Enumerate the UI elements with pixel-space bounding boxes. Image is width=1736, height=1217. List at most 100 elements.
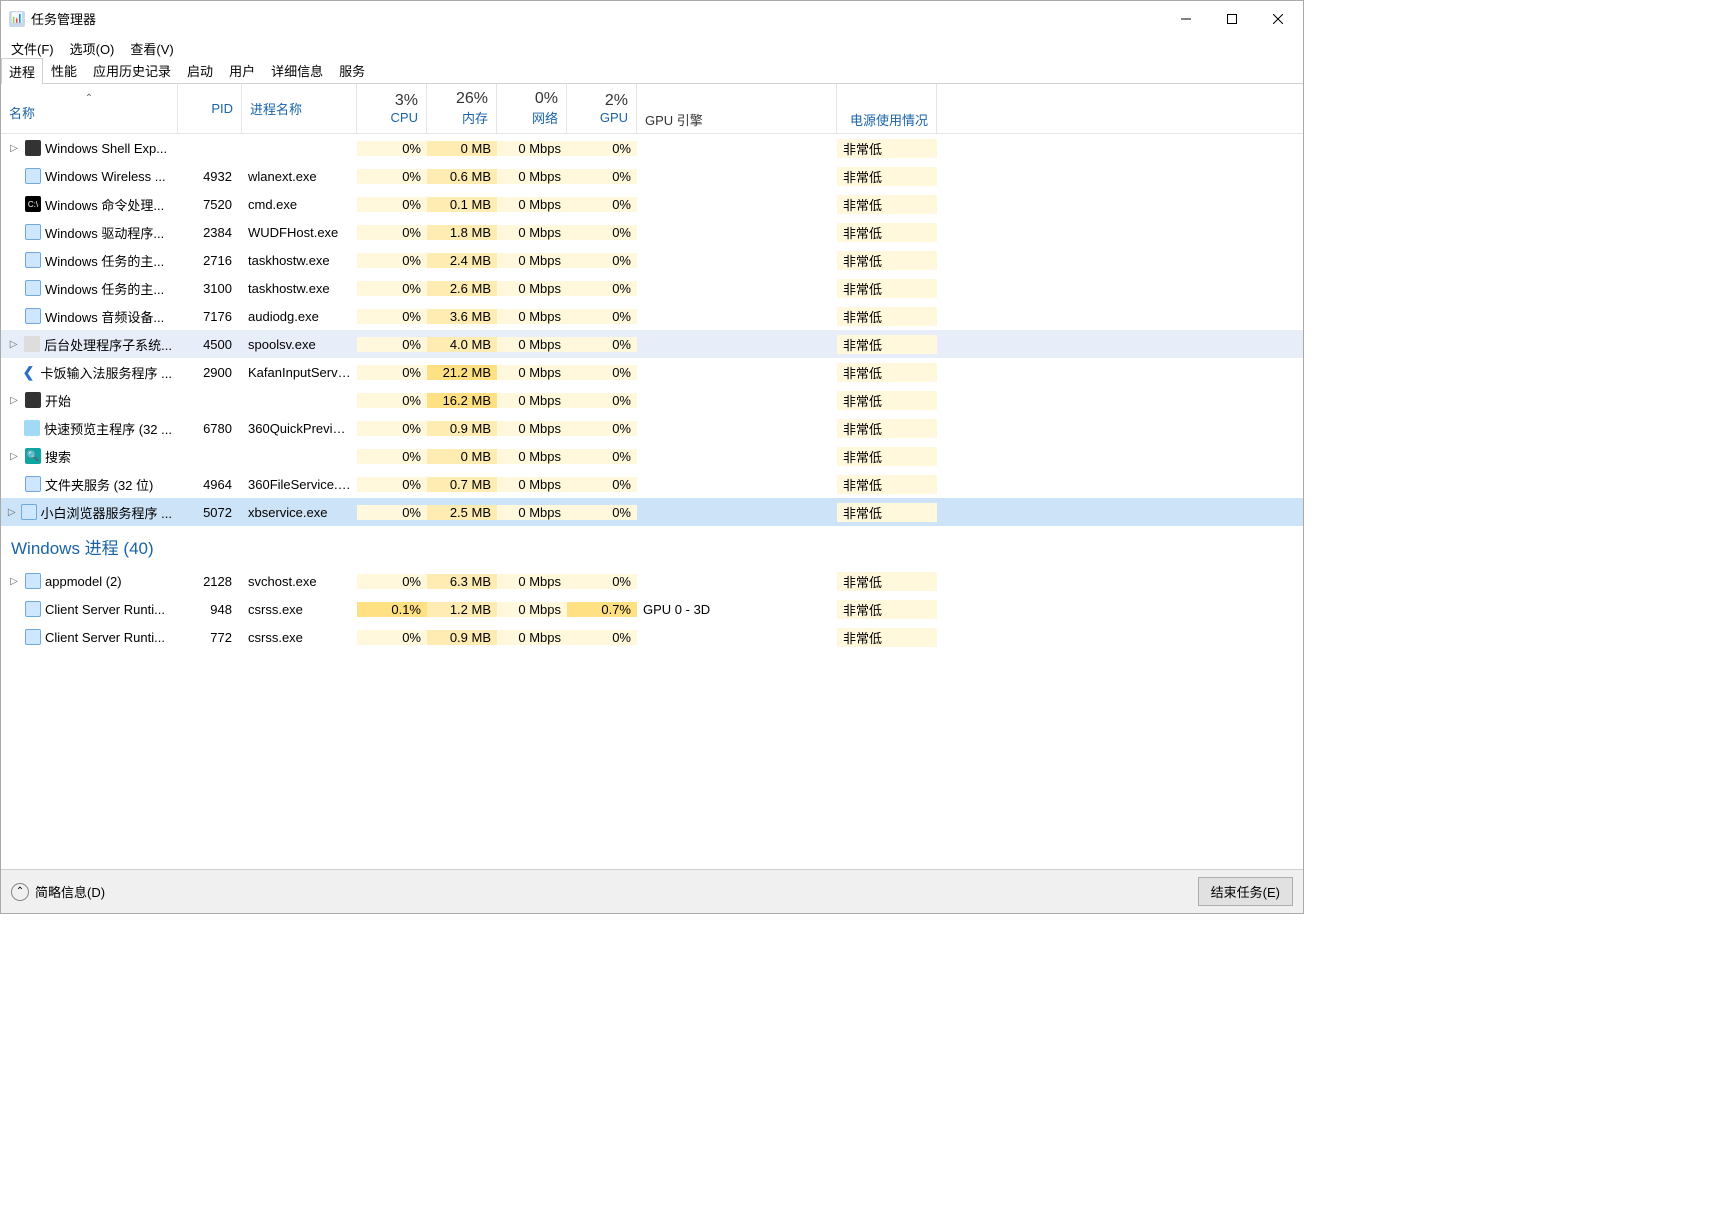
expand-icon[interactable]: ▷ [7, 143, 21, 154]
gpu-cell: 0% [567, 505, 637, 520]
minimize-button[interactable] [1163, 4, 1209, 34]
table-row[interactable]: ▷开始0%16.2 MB0 Mbps0%非常低 [1, 386, 1303, 414]
tab-processes[interactable]: 进程 [1, 58, 43, 84]
gpu-cell: 0% [567, 281, 637, 296]
col-name-label: 名称 [9, 103, 169, 122]
gpu-cell: 0% [567, 393, 637, 408]
net-cell: 0 Mbps [497, 477, 567, 492]
mem-cell: 2.4 MB [427, 253, 497, 268]
process-icon [25, 392, 41, 408]
end-task-button[interactable]: 结束任务(E) [1198, 877, 1293, 906]
table-row[interactable]: Windows 音频设备...7176audiodg.exe0%3.6 MB0 … [1, 302, 1303, 330]
proc-cell: 360QuickPreview.... [242, 421, 357, 436]
expand-icon[interactable]: ▷ [7, 507, 17, 518]
pid-cell: 7520 [178, 197, 242, 212]
tab-services[interactable]: 服务 [331, 57, 373, 83]
gpu-cell: 0% [567, 630, 637, 645]
table-row[interactable]: Windows 任务的主...3100taskhostw.exe0%2.6 MB… [1, 274, 1303, 302]
gpu-cell: 0% [567, 449, 637, 464]
pid-cell: 2716 [178, 253, 242, 268]
col-mem[interactable]: 26%内存 [427, 84, 497, 133]
table-row[interactable]: ▷后台处理程序子系统...4500spoolsv.exe0%4.0 MB0 Mb… [1, 330, 1303, 358]
col-pid[interactable]: PID [178, 84, 242, 133]
table-row[interactable]: ❮卡饭输入法服务程序 ...2900KafanInputService....0… [1, 358, 1303, 386]
gpu-cell: 0% [567, 477, 637, 492]
eng-cell: GPU 0 - 3D [637, 602, 837, 617]
mem-cell: 0.6 MB [427, 169, 497, 184]
table-row[interactable]: ▷Windows Shell Exp...0%0 MB0 Mbps0%非常低 [1, 134, 1303, 162]
process-icon [25, 224, 41, 240]
net-cell: 0 Mbps [497, 225, 567, 240]
col-eng[interactable]: GPU 引擎 [637, 84, 837, 133]
col-proc[interactable]: 进程名称 [242, 84, 357, 133]
col-gpu[interactable]: 2%GPU [567, 84, 637, 133]
tab-users[interactable]: 用户 [221, 57, 263, 83]
proc-cell: spoolsv.exe [242, 337, 357, 352]
mem-cell: 16.2 MB [427, 393, 497, 408]
proc-cell: KafanInputService.... [242, 365, 357, 380]
expand-icon[interactable]: ▷ [7, 576, 21, 587]
col-pwr[interactable]: 电源使用情况 [837, 84, 937, 133]
table-row[interactable]: C:\Windows 命令处理...7520cmd.exe0%0.1 MB0 M… [1, 190, 1303, 218]
pid-cell: 6780 [178, 421, 242, 436]
process-icon [25, 629, 41, 645]
gpu-cell: 0% [567, 574, 637, 589]
mem-cell: 6.3 MB [427, 574, 497, 589]
pid-cell: 4932 [178, 169, 242, 184]
tab-details[interactable]: 详细信息 [263, 57, 331, 83]
cpu-cell: 0% [357, 505, 427, 520]
mem-cell: 0.7 MB [427, 477, 497, 492]
table-row[interactable]: 文件夹服务 (32 位)4964360FileService.exe0%0.7 … [1, 470, 1303, 498]
col-net[interactable]: 0%网络 [497, 84, 567, 133]
expand-icon[interactable]: ▷ [7, 339, 20, 350]
process-icon: 🔍 [25, 448, 41, 464]
process-grid: ⌃ 名称 PID 进程名称 3%CPU 26%内存 0%网络 2%GPU GPU… [1, 84, 1303, 869]
proc-cell: xbservice.exe [242, 505, 357, 520]
tab-history[interactable]: 应用历史记录 [85, 57, 179, 83]
process-icon [25, 280, 41, 296]
cpu-cell: 0% [357, 393, 427, 408]
process-list[interactable]: ▷Windows Shell Exp...0%0 MB0 Mbps0%非常低Wi… [1, 134, 1303, 869]
chevron-up-icon: ⌃ [11, 883, 29, 901]
expand-icon[interactable]: ▷ [7, 395, 21, 406]
mem-cell: 4.0 MB [427, 337, 497, 352]
mem-cell: 2.6 MB [427, 281, 497, 296]
tab-startup[interactable]: 启动 [179, 57, 221, 83]
gpu-cell: 0% [567, 253, 637, 268]
table-row[interactable]: ▷🔍搜索0%0 MB0 Mbps0%非常低 [1, 442, 1303, 470]
pwr-cell: 非常低 [837, 628, 937, 647]
cpu-cell: 0% [357, 253, 427, 268]
pwr-cell: 非常低 [837, 503, 937, 522]
proc-cell: wlanext.exe [242, 169, 357, 184]
close-button[interactable] [1255, 4, 1301, 34]
table-row[interactable]: Windows 任务的主...2716taskhostw.exe0%2.4 MB… [1, 246, 1303, 274]
net-cell: 0 Mbps [497, 449, 567, 464]
cpu-cell: 0% [357, 197, 427, 212]
table-row[interactable]: ▷小白浏览器服务程序 ...5072xbservice.exe0%2.5 MB0… [1, 498, 1303, 526]
proc-cell: csrss.exe [242, 630, 357, 645]
proc-cell: taskhostw.exe [242, 281, 357, 296]
gpu-total: 2% [605, 92, 628, 110]
col-cpu[interactable]: 3%CPU [357, 84, 427, 133]
tab-performance[interactable]: 性能 [43, 57, 85, 83]
col-mem-label: 内存 [462, 108, 488, 127]
pwr-cell: 非常低 [837, 419, 937, 438]
expand-icon[interactable]: ▷ [7, 451, 21, 462]
cpu-cell: 0% [357, 449, 427, 464]
group-header-windows-processes: Windows 进程 (40) [1, 526, 1303, 567]
table-row[interactable]: 快速预览主程序 (32 ...6780360QuickPreview....0%… [1, 414, 1303, 442]
table-row[interactable]: Windows Wireless ...4932wlanext.exe0%0.6… [1, 162, 1303, 190]
table-row[interactable]: Client Server Runti...948csrss.exe0.1%1.… [1, 595, 1303, 623]
table-row[interactable]: Windows 驱动程序...2384WUDFHost.exe0%1.8 MB0… [1, 218, 1303, 246]
fewer-details-button[interactable]: ⌃ 简略信息(D) [11, 882, 105, 901]
task-manager-window: 📊 任务管理器 文件(F) 选项(O) 查看(V) 进程 性能 应用历史记录 启… [0, 0, 1304, 914]
col-name[interactable]: ⌃ 名称 [1, 84, 178, 133]
footer: ⌃ 简略信息(D) 结束任务(E) [1, 869, 1303, 913]
net-cell: 0 Mbps [497, 253, 567, 268]
net-total: 0% [535, 90, 558, 108]
table-row[interactable]: Client Server Runti...772csrss.exe0%0.9 … [1, 623, 1303, 651]
maximize-button[interactable] [1209, 4, 1255, 34]
pwr-cell: 非常低 [837, 251, 937, 270]
pid-cell: 2900 [178, 365, 242, 380]
table-row[interactable]: ▷appmodel (2)2128svchost.exe0%6.3 MB0 Mb… [1, 567, 1303, 595]
